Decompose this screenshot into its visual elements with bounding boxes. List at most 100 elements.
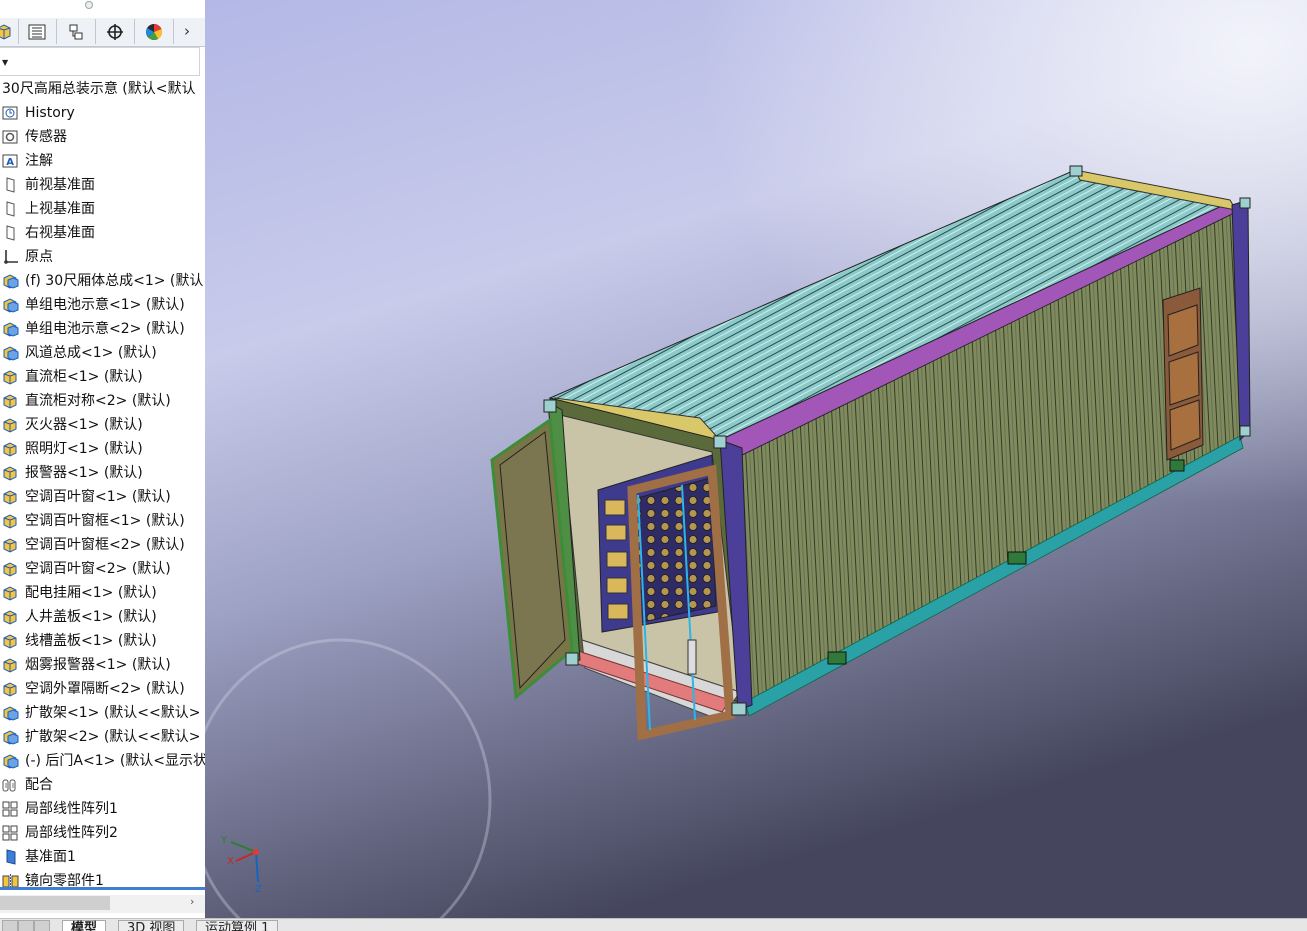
tree-item-label: (-) 后门A<1> (默认<显示状 xyxy=(25,753,206,769)
more-tabs-chevron-icon[interactable]: › xyxy=(184,22,190,40)
tab-nav-first[interactable] xyxy=(2,920,18,931)
property-manager-icon xyxy=(28,24,46,39)
tree-item-5[interactable]: 上视基准面 xyxy=(0,197,205,221)
tab-model[interactable]: 模型 xyxy=(62,920,107,931)
tab-property-manager[interactable] xyxy=(18,19,57,44)
tree-item-label: 空调百叶窗<2> (默认) xyxy=(25,561,171,577)
tree-root-label: 30尺高厢总装示意 (默认<默认 xyxy=(2,81,196,97)
tree-item-11[interactable]: 风道总成<1> (默认) xyxy=(0,341,205,365)
tree-item-4[interactable]: 前视基准面 xyxy=(0,173,205,197)
tree-item-8[interactable]: (f) 30尺厢体总成<1> (默认 xyxy=(0,269,205,293)
tab-display-manager[interactable] xyxy=(135,19,174,44)
tab-feature-manager[interactable] xyxy=(0,19,19,44)
tree-item-22[interactable]: 人井盖板<1> (默认) xyxy=(0,605,205,629)
tree-item-label: 单组电池示意<2> (默认) xyxy=(25,321,185,337)
tree-item-12[interactable]: 直流柜<1> (默认) xyxy=(0,365,205,389)
forklift-pocket xyxy=(1169,459,1185,472)
tree-item-label: 配电挂厢<1> (默认) xyxy=(25,585,157,601)
tree-item-13[interactable]: 直流柜对称<2> (默认) xyxy=(0,389,205,413)
part-icon xyxy=(2,369,20,385)
tab-3d-view[interactable]: 3D 视图 xyxy=(118,920,185,931)
tree-item-6[interactable]: 右视基准面 xyxy=(0,221,205,245)
tree-item-label: 单组电池示意<1> (默认) xyxy=(25,297,185,313)
panel-separator xyxy=(0,887,205,890)
tree-item-9[interactable]: 单组电池示意<1> (默认) xyxy=(0,293,205,317)
assembly-icon xyxy=(2,321,20,337)
crosshair-icon xyxy=(107,23,123,40)
tree-item-15[interactable]: 照明灯<1> (默认) xyxy=(0,437,205,461)
tree-item-label: 扩散架<1> (默认<<默认> xyxy=(25,705,201,721)
tree-item-7[interactable]: 原点 xyxy=(0,245,205,269)
tree-item-19[interactable]: 空调百叶窗框<2> (默认) xyxy=(0,533,205,557)
tree-item-29[interactable]: 配合 xyxy=(0,773,205,797)
part-icon xyxy=(2,681,20,697)
tree-item-label: 基准面1 xyxy=(25,849,76,865)
tree-item-31[interactable]: 局部线性阵列2 xyxy=(0,821,205,845)
tree-item-17[interactable]: 空调百叶窗<1> (默认) xyxy=(0,485,205,509)
scrollbar-thumb[interactable] xyxy=(0,896,110,910)
tree-item-label: (f) 30尺厢体总成<1> (默认 xyxy=(25,273,204,289)
pattern-icon xyxy=(2,825,20,841)
tree-item-23[interactable]: 线槽盖板<1> (默认) xyxy=(0,629,205,653)
graphics-area[interactable]: Y X Z xyxy=(205,0,1307,918)
history-icon xyxy=(2,105,20,121)
tree-item-label: 人井盖板<1> (默认) xyxy=(25,609,157,625)
tree-item-label: 扩散架<2> (默认<<默认> xyxy=(25,729,201,745)
tree-item-label: 直流柜对称<2> (默认) xyxy=(25,393,171,409)
tree-item-2[interactable]: 传感器 xyxy=(0,125,205,149)
tree-item-3[interactable]: A 注解 xyxy=(0,149,205,173)
annotation-icon: A xyxy=(2,153,20,169)
tree-item-label: 传感器 xyxy=(25,129,67,145)
part-icon xyxy=(2,393,20,409)
tree-item-1[interactable]: History xyxy=(0,101,205,125)
part-icon xyxy=(2,417,20,433)
tree-item-label: 报警器<1> (默认) xyxy=(25,465,143,481)
part-icon xyxy=(2,513,20,529)
plane-icon xyxy=(2,177,20,193)
tree-item-label: 空调百叶窗<1> (默认) xyxy=(25,489,171,505)
panel-grip[interactable] xyxy=(85,1,93,9)
filter-dropdown-icon[interactable]: ▼ xyxy=(2,58,8,67)
tab-configuration-manager[interactable] xyxy=(57,19,96,44)
tree-item-30[interactable]: 局部线性阵列1 xyxy=(0,797,205,821)
bottom-tab-bar: 模型 3D 视图 运动算例 1 xyxy=(0,918,1307,931)
tree-item-label: 配合 xyxy=(25,777,53,793)
tree-item-24[interactable]: 烟雾报警器<1> (默认) xyxy=(0,653,205,677)
plane-icon xyxy=(2,225,20,241)
side-door[interactable] xyxy=(1162,287,1204,461)
tree-item-28[interactable]: (-) 后门A<1> (默认<显示状 xyxy=(0,749,205,773)
part-icon xyxy=(2,441,20,457)
tree-item-25[interactable]: 空调外罩隔断<2> (默认) xyxy=(0,677,205,701)
tree-item-21[interactable]: 配电挂厢<1> (默认) xyxy=(0,581,205,605)
tab-motion-study[interactable]: 运动算例 1 xyxy=(196,920,279,931)
scroll-right-chevron-icon[interactable]: › xyxy=(190,895,194,908)
part-icon xyxy=(2,585,20,601)
assembly-icon xyxy=(2,729,20,745)
horizontal-scrollbar[interactable]: › xyxy=(0,895,205,913)
tab-dimxpert-manager[interactable] xyxy=(96,19,135,44)
tree-item-18[interactable]: 空调百叶窗框<1> (默认) xyxy=(0,509,205,533)
origin-icon xyxy=(2,249,20,265)
tree-item-14[interactable]: 灭火器<1> (默认) xyxy=(0,413,205,437)
tree-item-10[interactable]: 单组电池示意<2> (默认) xyxy=(0,317,205,341)
tree-item-16[interactable]: 报警器<1> (默认) xyxy=(0,461,205,485)
tree-item-26[interactable]: 扩散架<1> (默认<<默认> xyxy=(0,701,205,725)
model-view[interactable]: Y X Z xyxy=(205,0,1307,918)
tab-nav-prev[interactable] xyxy=(18,920,34,931)
tree-item-label: History xyxy=(25,105,75,121)
filter-field[interactable] xyxy=(0,47,200,76)
part-icon xyxy=(2,657,20,673)
tab-nav-next[interactable] xyxy=(34,920,50,931)
tree-item-20[interactable]: 空调百叶窗<2> (默认) xyxy=(0,557,205,581)
feature-manager-icon xyxy=(0,23,11,40)
assembly-icon xyxy=(2,753,20,769)
tree-root[interactable]: 30尺高厢总装示意 (默认<默认 xyxy=(0,77,205,101)
tree-item-32[interactable]: 基准面1 xyxy=(0,845,205,869)
mate-icon xyxy=(2,777,20,793)
triad-x-label: X xyxy=(227,856,234,867)
tree-item-label: 局部线性阵列2 xyxy=(25,825,118,841)
assembly-icon xyxy=(2,705,20,721)
tree-item-label: 注解 xyxy=(25,153,53,169)
tree-item-27[interactable]: 扩散架<2> (默认<<默认> xyxy=(0,725,205,749)
sensor-icon xyxy=(2,129,20,145)
